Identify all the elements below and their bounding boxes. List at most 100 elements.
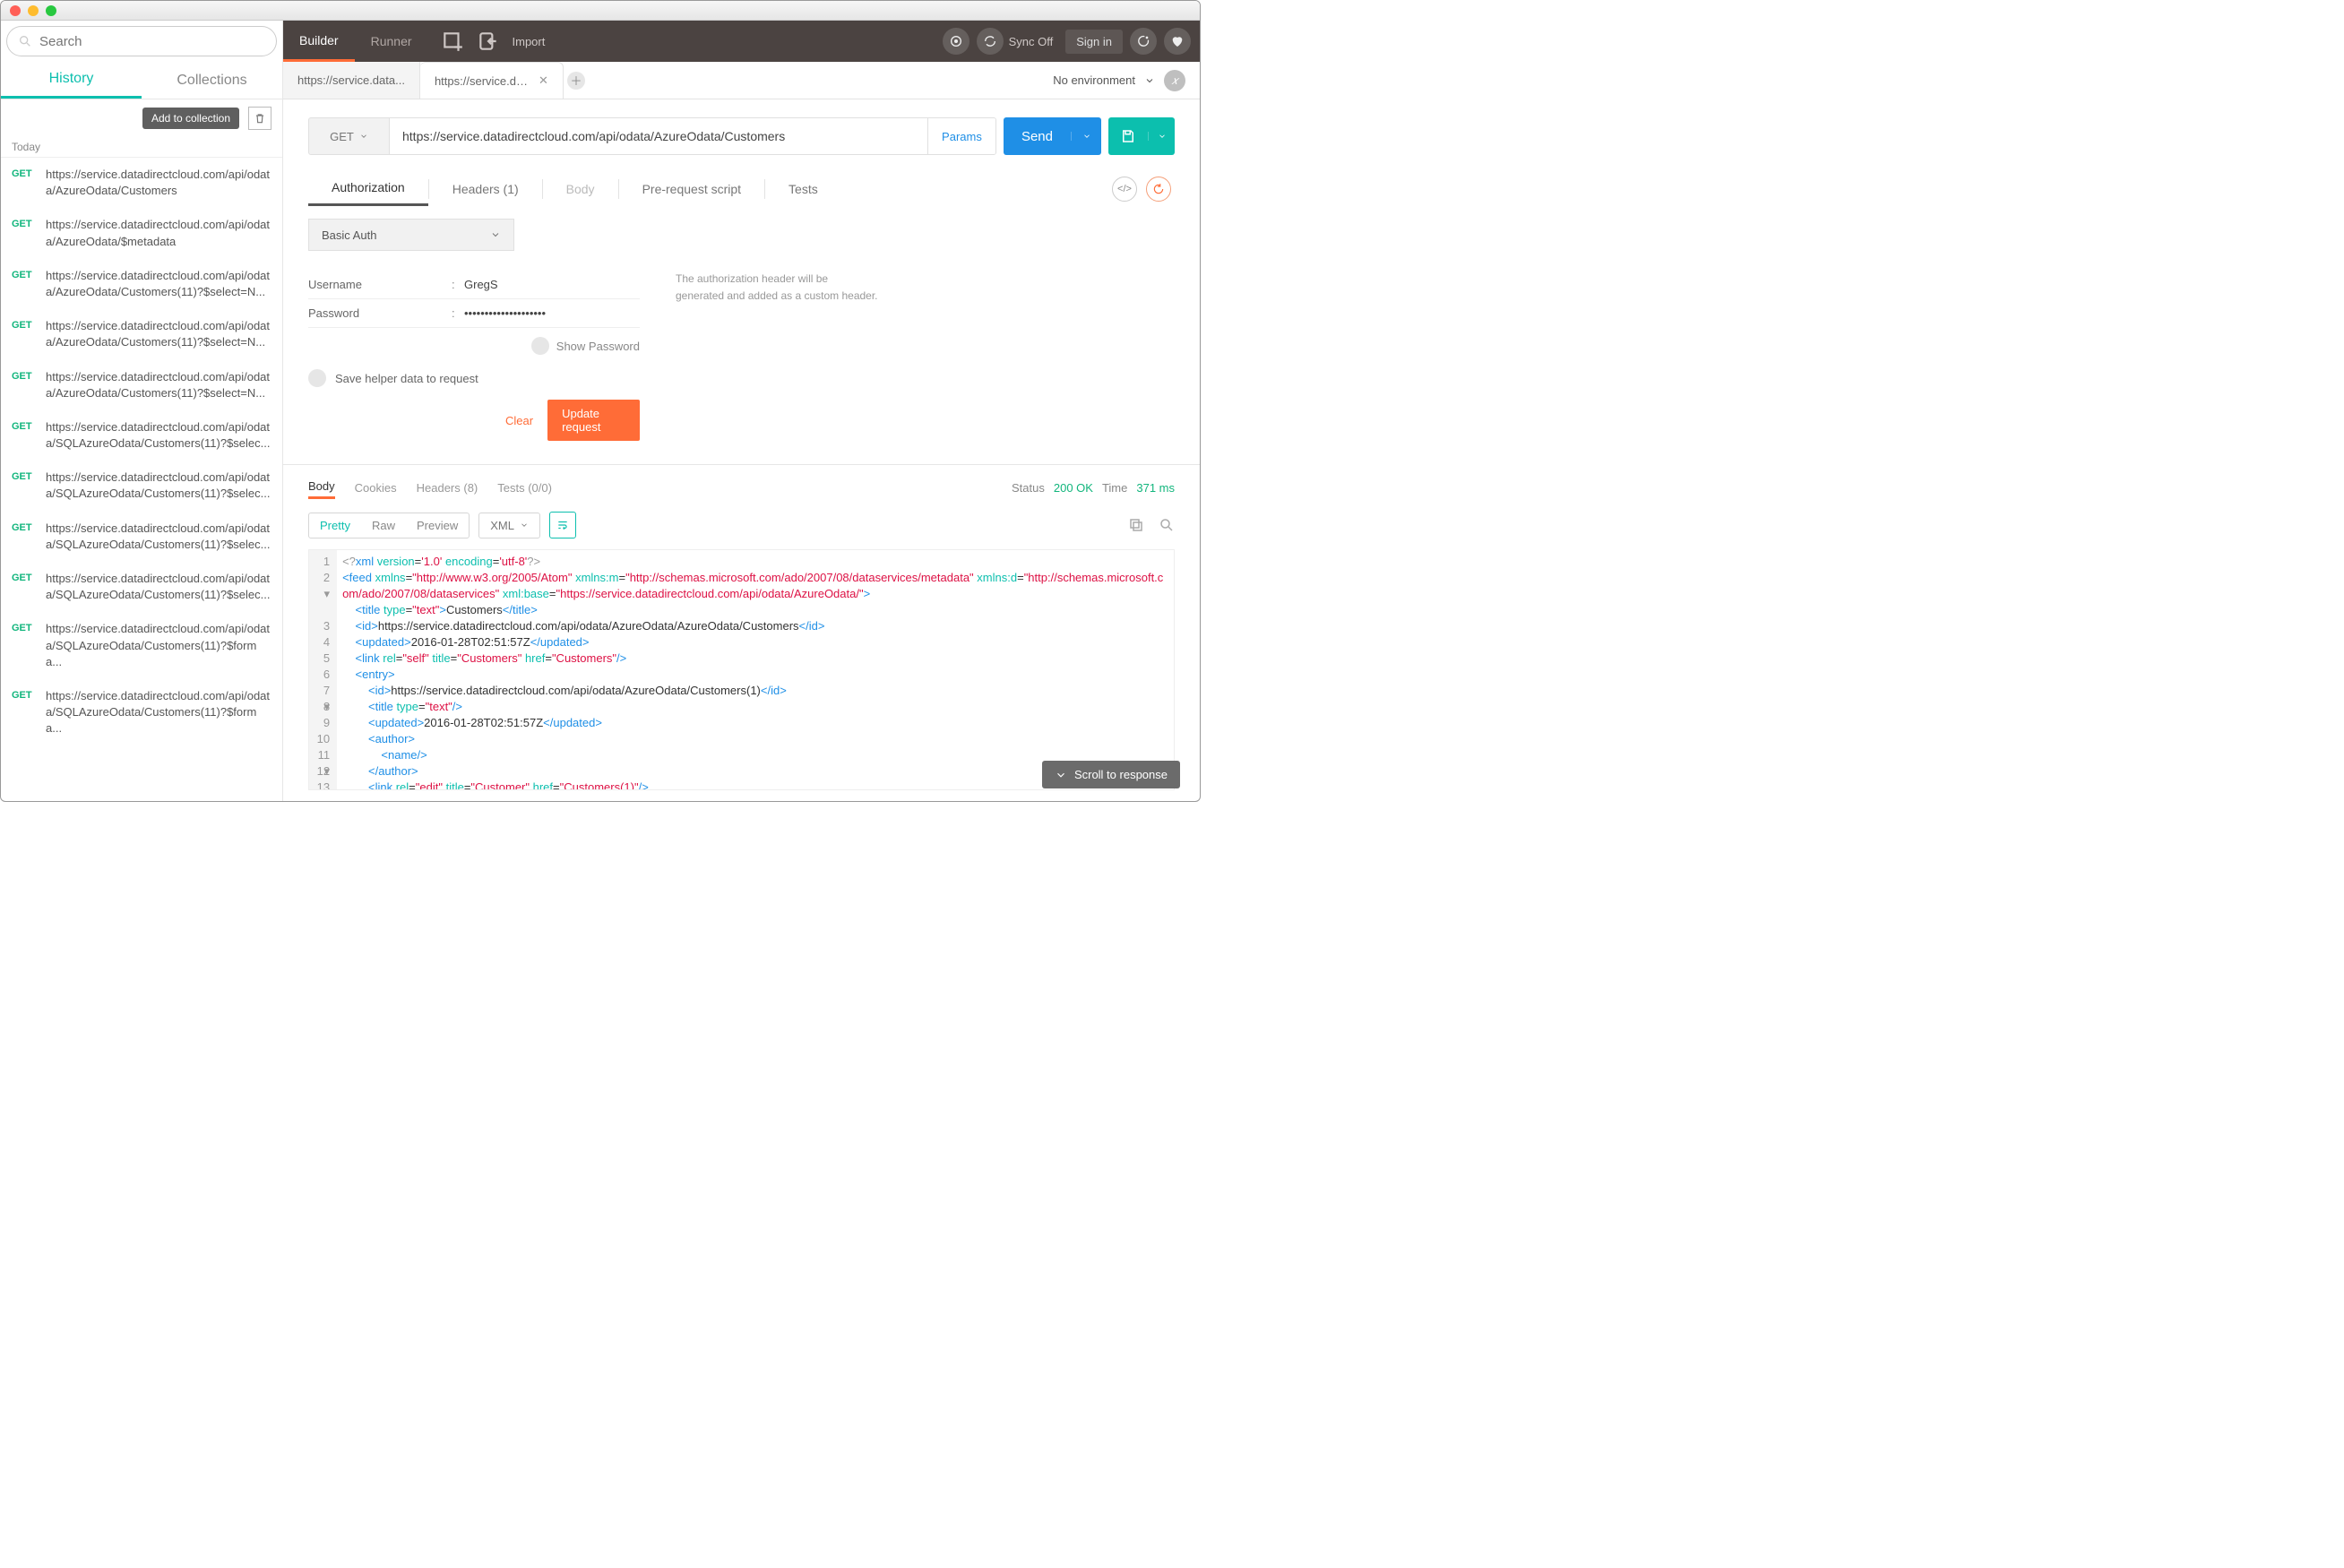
chevron-down-icon [520,521,529,530]
history-url: https://service.datadirectcloud.com/api/… [46,621,271,670]
request-tab-0[interactable]: https://service.data... [283,62,420,99]
import-label[interactable]: Import [513,35,546,48]
pretty-view[interactable]: Pretty [309,513,361,538]
chevron-down-icon [359,132,368,141]
chevron-down-icon [1055,769,1067,781]
history-tab[interactable]: History [1,62,142,99]
response-body[interactable]: 12 ▾34567 ▾891011 ▾12131415 ▾16 ▾17 ▾181… [308,549,1175,790]
password-label: Password [308,306,452,320]
history-method: GET [12,369,37,401]
auth-type-select[interactable]: Basic Auth [308,219,514,251]
send-button[interactable]: Send [1004,129,1071,144]
tests-tab[interactable]: Tests [765,173,841,205]
prerequest-tab[interactable]: Pre-request script [619,173,764,205]
history-method: GET [12,268,37,300]
chevron-down-icon [490,229,501,240]
history-item[interactable]: GEThttps://service.datadirectcloud.com/a… [1,461,282,511]
copy-icon[interactable] [1128,517,1144,533]
username-input[interactable] [464,278,640,291]
time-value: 371 ms [1136,481,1175,495]
search-icon [18,34,32,48]
window-zoom[interactable] [46,5,56,16]
history-method: GET [12,167,37,199]
sync-icon[interactable] [977,28,1004,55]
history-item[interactable]: GEThttps://service.datadirectcloud.com/a… [1,410,282,461]
status-value: 200 OK [1054,481,1093,495]
method-select[interactable]: GET [309,118,390,154]
runner-tab[interactable]: Runner [355,21,428,62]
history-url: https://service.datadirectcloud.com/api/… [46,470,271,502]
history-group-header: Today [1,137,282,158]
window-close[interactable] [10,5,21,16]
history-url: https://service.datadirectcloud.com/api/… [46,369,271,401]
history-url: https://service.datadirectcloud.com/api/… [46,318,271,350]
history-url: https://service.datadirectcloud.com/api/… [46,521,271,553]
reset-icon[interactable] [1146,177,1171,202]
response-headers-tab[interactable]: Headers (8) [417,478,478,498]
authorization-tab[interactable]: Authorization [308,171,428,206]
interceptor-icon[interactable] [943,28,969,55]
url-input[interactable] [390,118,927,154]
settings-icon[interactable] [1130,28,1157,55]
signin-button[interactable]: Sign in [1065,30,1123,54]
show-password-checkbox[interactable] [531,337,549,355]
history-url: https://service.datadirectcloud.com/api/… [46,217,271,249]
env-vars-icon[interactable]: 𝑥 [1164,70,1185,91]
scroll-to-response-button[interactable]: Scroll to response [1042,761,1180,788]
update-request-button[interactable]: Update request [547,400,640,441]
response-tests-tab[interactable]: Tests (0/0) [497,478,552,498]
search-input[interactable] [39,34,265,49]
new-window-icon[interactable] [441,30,464,53]
sync-label: Sync Off [1009,35,1054,48]
history-item[interactable]: GEThttps://service.datadirectcloud.com/a… [1,679,282,746]
clear-button[interactable]: Clear [505,414,533,427]
request-tab-1[interactable]: https://service.data...✕ [420,62,564,99]
raw-view[interactable]: Raw [361,513,406,538]
history-method: GET [12,571,37,603]
search-response-icon[interactable] [1159,517,1175,533]
search-input-wrap[interactable] [6,26,277,56]
preview-view[interactable]: Preview [406,513,469,538]
collections-tab[interactable]: Collections [142,62,282,99]
history-item[interactable]: GET https://service.datadirectcloud.com/a… [1,208,282,258]
add-to-collection-button[interactable]: Add to collection [142,108,239,129]
response-cookies-tab[interactable]: Cookies [355,478,397,498]
history-url: https://service.datadirectcloud.com/api/… [46,571,271,603]
time-label: Time [1102,481,1127,495]
password-input[interactable] [464,306,640,320]
save-button[interactable] [1108,128,1148,144]
format-select[interactable]: XML [478,513,540,538]
history-method: GET [12,217,37,249]
close-tab-icon[interactable]: ✕ [539,73,548,88]
params-button[interactable]: Params [927,118,995,154]
history-item[interactable]: GET https://service.datadirectcloud.com/a… [1,360,282,410]
history-item[interactable]: GET https://service.datadirectcloud.com/a… [1,562,282,612]
save-helper-checkbox[interactable] [308,369,326,387]
headers-tab[interactable]: Headers (1) [429,173,542,205]
environment-select[interactable]: No environment [1053,73,1135,87]
body-tab[interactable]: Body [543,173,618,205]
add-tab-button[interactable]: ＋ [567,72,585,90]
code-snippet-icon[interactable]: </> [1112,177,1137,202]
history-item[interactable]: GEThttps://service.datadirectcloud.com/a… [1,309,282,359]
builder-tab[interactable]: Builder [283,21,355,62]
history-item[interactable]: GEThttps://service.datadirectcloud.com/a… [1,512,282,562]
send-dropdown[interactable] [1071,132,1101,141]
history-item[interactable]: GET https://service.datadirectcloud.com/a… [1,259,282,309]
show-password-label: Show Password [556,340,640,353]
wrap-lines-icon[interactable] [549,512,576,538]
history-url: https://service.datadirectcloud.com/api/… [46,167,271,199]
username-label: Username [308,278,452,291]
response-body-tab[interactable]: Body [308,476,335,499]
history-method: GET [12,621,37,670]
history-url: https://service.datadirectcloud.com/api/… [46,688,271,737]
heart-icon[interactable] [1164,28,1191,55]
window-minimize[interactable] [28,5,39,16]
save-dropdown[interactable] [1148,132,1175,141]
trash-button[interactable] [248,107,271,130]
chevron-down-icon[interactable] [1144,75,1155,86]
history-item[interactable]: GET https://service.datadirectcloud.com/a… [1,612,282,679]
history-url: https://service.datadirectcloud.com/api/… [46,268,271,300]
import-icon[interactable] [477,30,500,53]
history-item[interactable]: GET https://service.datadirectcloud.com/a… [1,158,282,208]
